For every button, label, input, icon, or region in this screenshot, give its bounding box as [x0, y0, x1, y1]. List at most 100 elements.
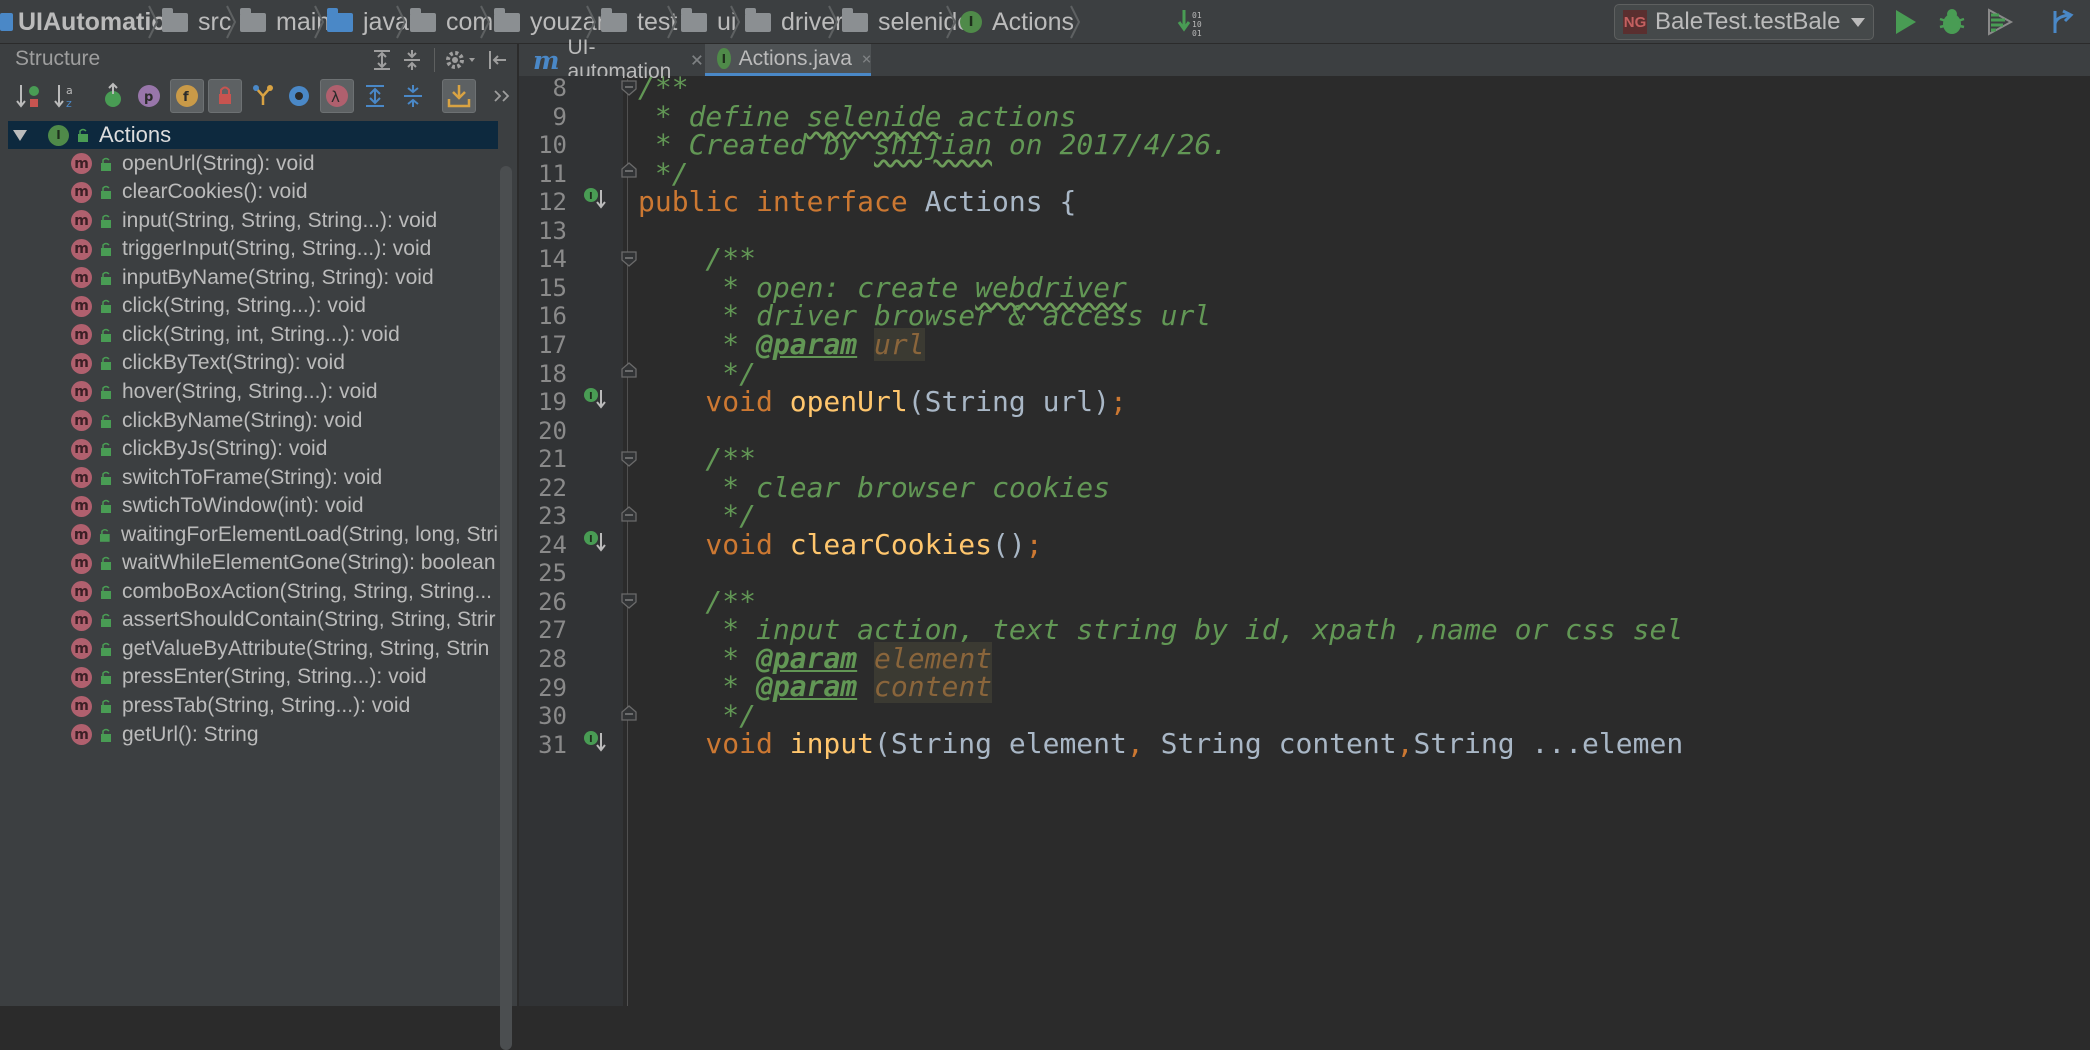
debug-icon[interactable]	[1936, 6, 1968, 38]
breadcrumb-separator-icon	[148, 5, 159, 39]
structure-member-item[interactable]: m click(String, String...): void	[8, 292, 498, 320]
close-icon[interactable]	[862, 52, 871, 66]
breadcrumb-item-src[interactable]: src	[162, 0, 231, 44]
svg-text:I: I	[589, 191, 593, 202]
implemented-icon[interactable]: I	[583, 529, 607, 553]
line-number: 12	[538, 188, 567, 217]
breadcrumb-separator-icon	[396, 5, 407, 39]
more-options-icon[interactable]	[490, 79, 514, 113]
structure-member-item[interactable]: m pressEnter(String, String...): void	[8, 663, 498, 691]
expand-all-icon[interactable]	[370, 48, 394, 72]
package-icon	[601, 7, 627, 32]
fold-marker-icon[interactable]	[621, 80, 637, 96]
show-fields-icon[interactable]: f	[170, 79, 204, 113]
run-with-coverage-icon[interactable]	[1984, 6, 2016, 38]
code-line-24[interactable]: void clearCookies();	[638, 528, 1042, 561]
fold-marker-icon[interactable]	[621, 705, 637, 721]
run-configuration-select[interactable]: NG BaleTest.testBale	[1614, 4, 1874, 40]
structure-member-item[interactable]: m inputByName(String, String): void	[8, 264, 498, 292]
show-properties-icon[interactable]: p	[132, 79, 166, 113]
public-visibility-icon	[101, 214, 111, 228]
method-icon: m	[71, 381, 92, 403]
method-icon: m	[71, 153, 92, 175]
svg-text:λ: λ	[331, 88, 340, 106]
structure-member-item[interactable]: m openUrl(String): void	[8, 150, 498, 178]
structure-member-item[interactable]: m clickByText(String): void	[8, 349, 498, 377]
structure-member-item[interactable]: m click(String, int, String...): void	[8, 321, 498, 349]
structure-member-item[interactable]: m clickByName(String): void	[8, 407, 498, 435]
fold-marker-icon[interactable]	[621, 362, 637, 378]
tab-actions-java[interactable]: I Actions.java	[705, 44, 871, 76]
autoscroll-to-source-icon[interactable]	[442, 79, 476, 113]
collapse-all-toolbar-icon[interactable]	[396, 79, 430, 113]
package-icon	[745, 7, 771, 32]
show-lambdas-icon[interactable]: λ	[320, 79, 354, 113]
method-icon: m	[71, 609, 92, 631]
hide-panel-icon[interactable]	[486, 48, 510, 72]
method-icon: m	[71, 352, 92, 374]
vcs-branch-icon[interactable]	[2044, 6, 2080, 38]
code-line-10[interactable]: * Created by shijian on 2017/4/26.	[638, 128, 1228, 161]
structure-member-item[interactable]: m clickByJs(String): void	[8, 435, 498, 463]
method-icon: m	[71, 438, 92, 460]
svg-text:01: 01	[1192, 29, 1202, 37]
interface-icon: I	[960, 11, 982, 33]
implemented-icon[interactable]: I	[583, 186, 607, 210]
method-icon: m	[71, 410, 92, 431]
breadcrumb-file[interactable]: I Actions	[960, 0, 1074, 44]
method-icon: m	[71, 638, 92, 660]
code-line-19[interactable]: void openUrl(String url);	[638, 385, 1126, 418]
structure-member-item[interactable]: m pressTab(String, String...): void	[8, 692, 498, 720]
public-visibility-icon	[101, 728, 111, 742]
structure-scrollbar[interactable]	[500, 166, 512, 1050]
structure-tree: I Actions m openUrl(String): void m clearCo…	[8, 121, 498, 1006]
fold-marker-icon[interactable]	[621, 251, 637, 267]
tree-root-actions[interactable]: I Actions	[8, 121, 498, 149]
expand-arrow-icon[interactable]	[12, 127, 28, 143]
svg-text:I: I	[589, 734, 593, 745]
show-non-public-icon[interactable]	[208, 79, 242, 113]
sort-by-visibility-icon[interactable]	[12, 79, 46, 113]
structure-member-item[interactable]: m hover(String, String...): void	[8, 378, 498, 406]
group-by-interface-icon[interactable]	[246, 79, 280, 113]
line-number: 21	[538, 445, 567, 474]
collapse-all-icon[interactable]	[400, 48, 424, 72]
structure-member-item[interactable]: m getUrl(): String	[8, 721, 498, 749]
breadcrumb-separator-icon	[828, 5, 839, 39]
expand-all-toolbar-icon[interactable]	[358, 79, 392, 113]
structure-member-item[interactable]: m getValueByAttribute(String, String, Str…	[8, 635, 498, 663]
fold-marker-icon[interactable]	[621, 162, 637, 178]
breadcrumb-separator-icon	[730, 5, 741, 39]
member-signature: clearCookies(): void	[122, 180, 308, 204]
structure-member-item[interactable]: m switchToFrame(String): void	[8, 464, 498, 492]
fold-marker-icon[interactable]	[621, 451, 637, 467]
sort-alphabetically-icon[interactable]: az	[50, 79, 84, 113]
member-signature: click(String, int, String...): void	[122, 322, 400, 346]
implemented-icon[interactable]: I	[583, 386, 607, 410]
structure-member-item[interactable]: m input(String, String, String...): void	[8, 207, 498, 235]
structure-member-item[interactable]: m waitWhileElementGone(String): boolean	[8, 549, 498, 577]
member-signature: waitingForElementLoad(String, long, Stri	[120, 522, 498, 546]
public-visibility-icon	[101, 300, 111, 314]
code-line-12[interactable]: public interface Actions {	[638, 185, 1076, 218]
code-line-31[interactable]: void input(String element, String conten…	[638, 727, 1683, 760]
structure-member-item[interactable]: m swtichToWindow(int): void	[8, 492, 498, 520]
structure-member-item[interactable]: m clearCookies(): void	[8, 178, 498, 206]
run-icon[interactable]	[1890, 6, 1920, 38]
show-inherited-icon[interactable]	[96, 79, 130, 113]
show-anonymous-classes-icon[interactable]	[282, 79, 316, 113]
structure-member-item[interactable]: m assertShouldContain(String, String, Str…	[8, 606, 498, 634]
folder-icon	[240, 7, 266, 32]
fold-marker-icon[interactable]	[621, 506, 637, 522]
implemented-icon[interactable]: I	[583, 729, 607, 753]
fold-marker-icon[interactable]	[621, 593, 637, 609]
vcs-update-icon[interactable]: 01 10 01	[1176, 6, 1206, 38]
gear-icon[interactable]	[444, 48, 478, 72]
close-icon[interactable]	[691, 53, 703, 67]
interface-icon: I	[717, 48, 731, 69]
structure-member-item[interactable]: m triggerInput(String, String...): void	[8, 235, 498, 263]
public-visibility-icon	[101, 414, 111, 428]
breadcrumb-separator-icon	[480, 5, 491, 39]
structure-member-item[interactable]: m waitingForElementLoad(String, long, Str…	[8, 521, 498, 549]
structure-member-item[interactable]: m comboBoxAction(String, String, String..…	[8, 578, 498, 606]
